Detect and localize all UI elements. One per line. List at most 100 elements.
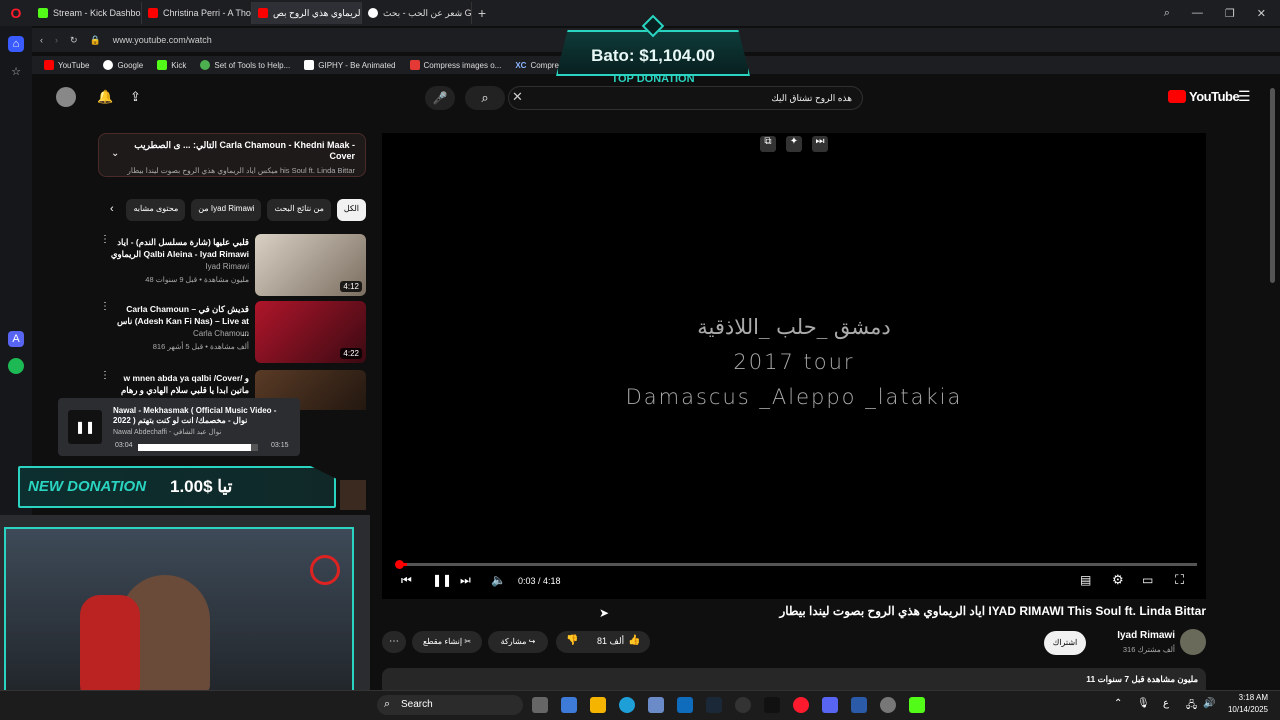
reload-icon[interactable]: ↻ [70, 35, 78, 46]
language-indicator[interactable]: ع [1163, 698, 1169, 709]
kick-app-icon[interactable] [909, 697, 925, 713]
microphone-icon[interactable]: 🎙 [1137, 698, 1150, 709]
up-next-panel[interactable]: التالي: ... ى الصطريب Carla Chamoun - Kh… [98, 133, 366, 177]
clock-date[interactable]: 10/14/2025 [1222, 705, 1268, 714]
search-tabs-icon[interactable]: ⌕ [1164, 7, 1170, 20]
previous-icon[interactable]: ⏮ [401, 573, 412, 588]
aria-icon[interactable]: A [8, 331, 24, 347]
bookmark-google[interactable]: Google [103, 60, 143, 70]
bookmark-youtube[interactable]: YouTube [44, 60, 89, 70]
scrubber-handle[interactable] [395, 560, 404, 569]
clock-time[interactable]: 3:18 AM [1222, 693, 1268, 702]
bookmark-compress[interactable]: Compress images o... [409, 60, 501, 70]
search-button[interactable]: ⌕ [465, 86, 505, 110]
pause-button[interactable]: ❚❚ [432, 573, 452, 587]
miniplayer-icon[interactable]: ⧉ [760, 136, 776, 152]
video-player[interactable]: ⧉ ✦ ⏭ دمشق _حلب _اللاذقية 2017 tour Dama… [382, 133, 1206, 599]
more-options-icon[interactable]: ⋮ [100, 234, 110, 245]
steam-icon[interactable] [706, 697, 722, 713]
tab-google-search[interactable]: شعر عن الحب - بحث Google [362, 2, 472, 24]
youtube-logo[interactable]: YouTube [1168, 89, 1240, 104]
subtitles-icon[interactable]: ▤ [1080, 573, 1091, 587]
overlay-line-2: 2017 tour [733, 350, 855, 374]
site-info-icon[interactable]: 🔒 [90, 35, 101, 46]
volume-tray-icon[interactable]: 🔊 [1203, 698, 1215, 709]
back-icon[interactable]: ‹ [40, 35, 43, 45]
bookmark-kick[interactable]: Kick [157, 60, 186, 70]
chevron-down-icon[interactable]: ⌄ [111, 148, 119, 159]
notifications-icon[interactable]: 🔔 [97, 89, 113, 105]
star-icon[interactable]: ☆ [8, 64, 24, 80]
taskbar-search[interactable]: Search [377, 695, 523, 715]
settings-icon[interactable]: ⚙ [1112, 572, 1124, 588]
outlook-icon[interactable] [677, 697, 693, 713]
overlay-line-1: دمشق _حلب _اللاذقية [697, 315, 891, 339]
file-explorer-icon[interactable] [590, 697, 606, 713]
edge-icon[interactable] [619, 697, 635, 713]
list-item[interactable]: 4:22 Carla Chamoun – قديش كان في ناس (Ad… [96, 301, 366, 363]
skip-icon[interactable]: ⏭ [812, 136, 828, 152]
store-icon[interactable] [648, 697, 664, 713]
search-input[interactable]: هذه الروح تشتاق اليك [508, 86, 863, 110]
avatar[interactable] [56, 87, 76, 107]
tray-chevron-icon[interactable]: ⌃ [1114, 698, 1122, 709]
clear-search-icon[interactable]: ✕ [512, 89, 523, 105]
network-icon[interactable]: 🖧 [1186, 698, 1197, 715]
bookmark-tools[interactable]: Set of Tools to Help... [200, 60, 290, 70]
maximize-button[interactable]: ❐ [1225, 7, 1235, 20]
4k-icon[interactable] [735, 697, 751, 713]
tiktok-icon[interactable] [764, 697, 780, 713]
chip-all[interactable]: الكل [336, 199, 366, 221]
opera-icon[interactable] [793, 697, 809, 713]
volume-icon[interactable]: 🔈 [491, 573, 506, 587]
next-icon[interactable]: ⏭ [460, 573, 471, 588]
time-display: 0:03 / 4:18 [518, 576, 561, 586]
more-options-icon[interactable]: ⋮ [100, 370, 110, 381]
menu-icon[interactable]: ☰ [1238, 88, 1251, 105]
subscribe-button[interactable]: اشتراك [1044, 631, 1086, 655]
fullscreen-icon[interactable]: ⛶ [1175, 572, 1184, 588]
minimize-button[interactable]: — [1192, 7, 1203, 20]
opera-logo-icon[interactable]: O [0, 0, 32, 26]
tab-current-video[interactable]: اياد الريماوي هذي الروح بص [252, 2, 362, 24]
dislike-icon[interactable]: 👎 [566, 635, 578, 646]
forward-icon[interactable]: › [55, 35, 58, 45]
clip-button[interactable]: إنشاء مقطع ✂ [412, 631, 482, 653]
task-view-icon[interactable] [532, 697, 548, 713]
shield-icon[interactable] [851, 697, 867, 713]
discord-icon[interactable] [822, 697, 838, 713]
like-icon[interactable]: 👍 [628, 635, 640, 646]
channel-avatar[interactable] [1180, 629, 1206, 655]
more-options-icon[interactable]: ⋮ [100, 301, 110, 312]
list-item[interactable]: 4:12 قلبي عليها (شارة مسلسل الندم) - ايا… [96, 234, 366, 296]
chip-from-search[interactable]: من نتائج البحث [267, 199, 331, 221]
more-actions-button[interactable]: ⋯ [382, 631, 406, 653]
description-box[interactable]: 11 مليون مشاهدة قبل 7 سنوات [382, 668, 1206, 690]
create-icon[interactable]: ⇪ [130, 89, 141, 105]
progress-bar[interactable] [397, 563, 1197, 566]
kick-icon [157, 60, 168, 70]
video-thumbnail[interactable]: 4:12 [255, 234, 366, 296]
tab-christina-perri[interactable]: Christina Perri - A Thousan [142, 2, 252, 24]
copilot-icon[interactable] [561, 697, 577, 713]
voice-search-icon[interactable]: 🎤 [425, 86, 455, 110]
scrollbar[interactable] [1270, 88, 1275, 283]
bookmark-giphy[interactable]: GIPHY - Be Animated [304, 60, 396, 70]
theater-mode-icon[interactable]: ▭ [1142, 573, 1153, 587]
obs-icon[interactable] [880, 697, 896, 713]
tab-kick-dashboard[interactable]: Stream - Kick Dashboard [32, 2, 142, 24]
like-count[interactable]: 81 ألف [597, 636, 624, 647]
chip-related[interactable]: محتوى مشابه [126, 199, 186, 221]
sparkle-icon[interactable]: ✦ [786, 136, 802, 152]
spotify-icon[interactable] [8, 358, 24, 374]
music-progress-track [138, 444, 258, 451]
home-icon[interactable]: ⌂ [8, 36, 24, 52]
channel-name[interactable]: Iyad Rimawi [1095, 630, 1175, 641]
url-field[interactable]: www.youtube.com/watch [113, 35, 212, 45]
new-tab-button[interactable]: + [472, 5, 492, 21]
share-button[interactable]: مشاركة ↪ [488, 631, 548, 653]
close-button[interactable]: ✕ [1257, 7, 1266, 20]
chip-from-channel[interactable]: من Iyad Rimawi [191, 199, 262, 221]
video-thumbnail[interactable]: 4:22 [255, 301, 366, 363]
pause-icon[interactable]: ❚❚ [68, 410, 102, 444]
